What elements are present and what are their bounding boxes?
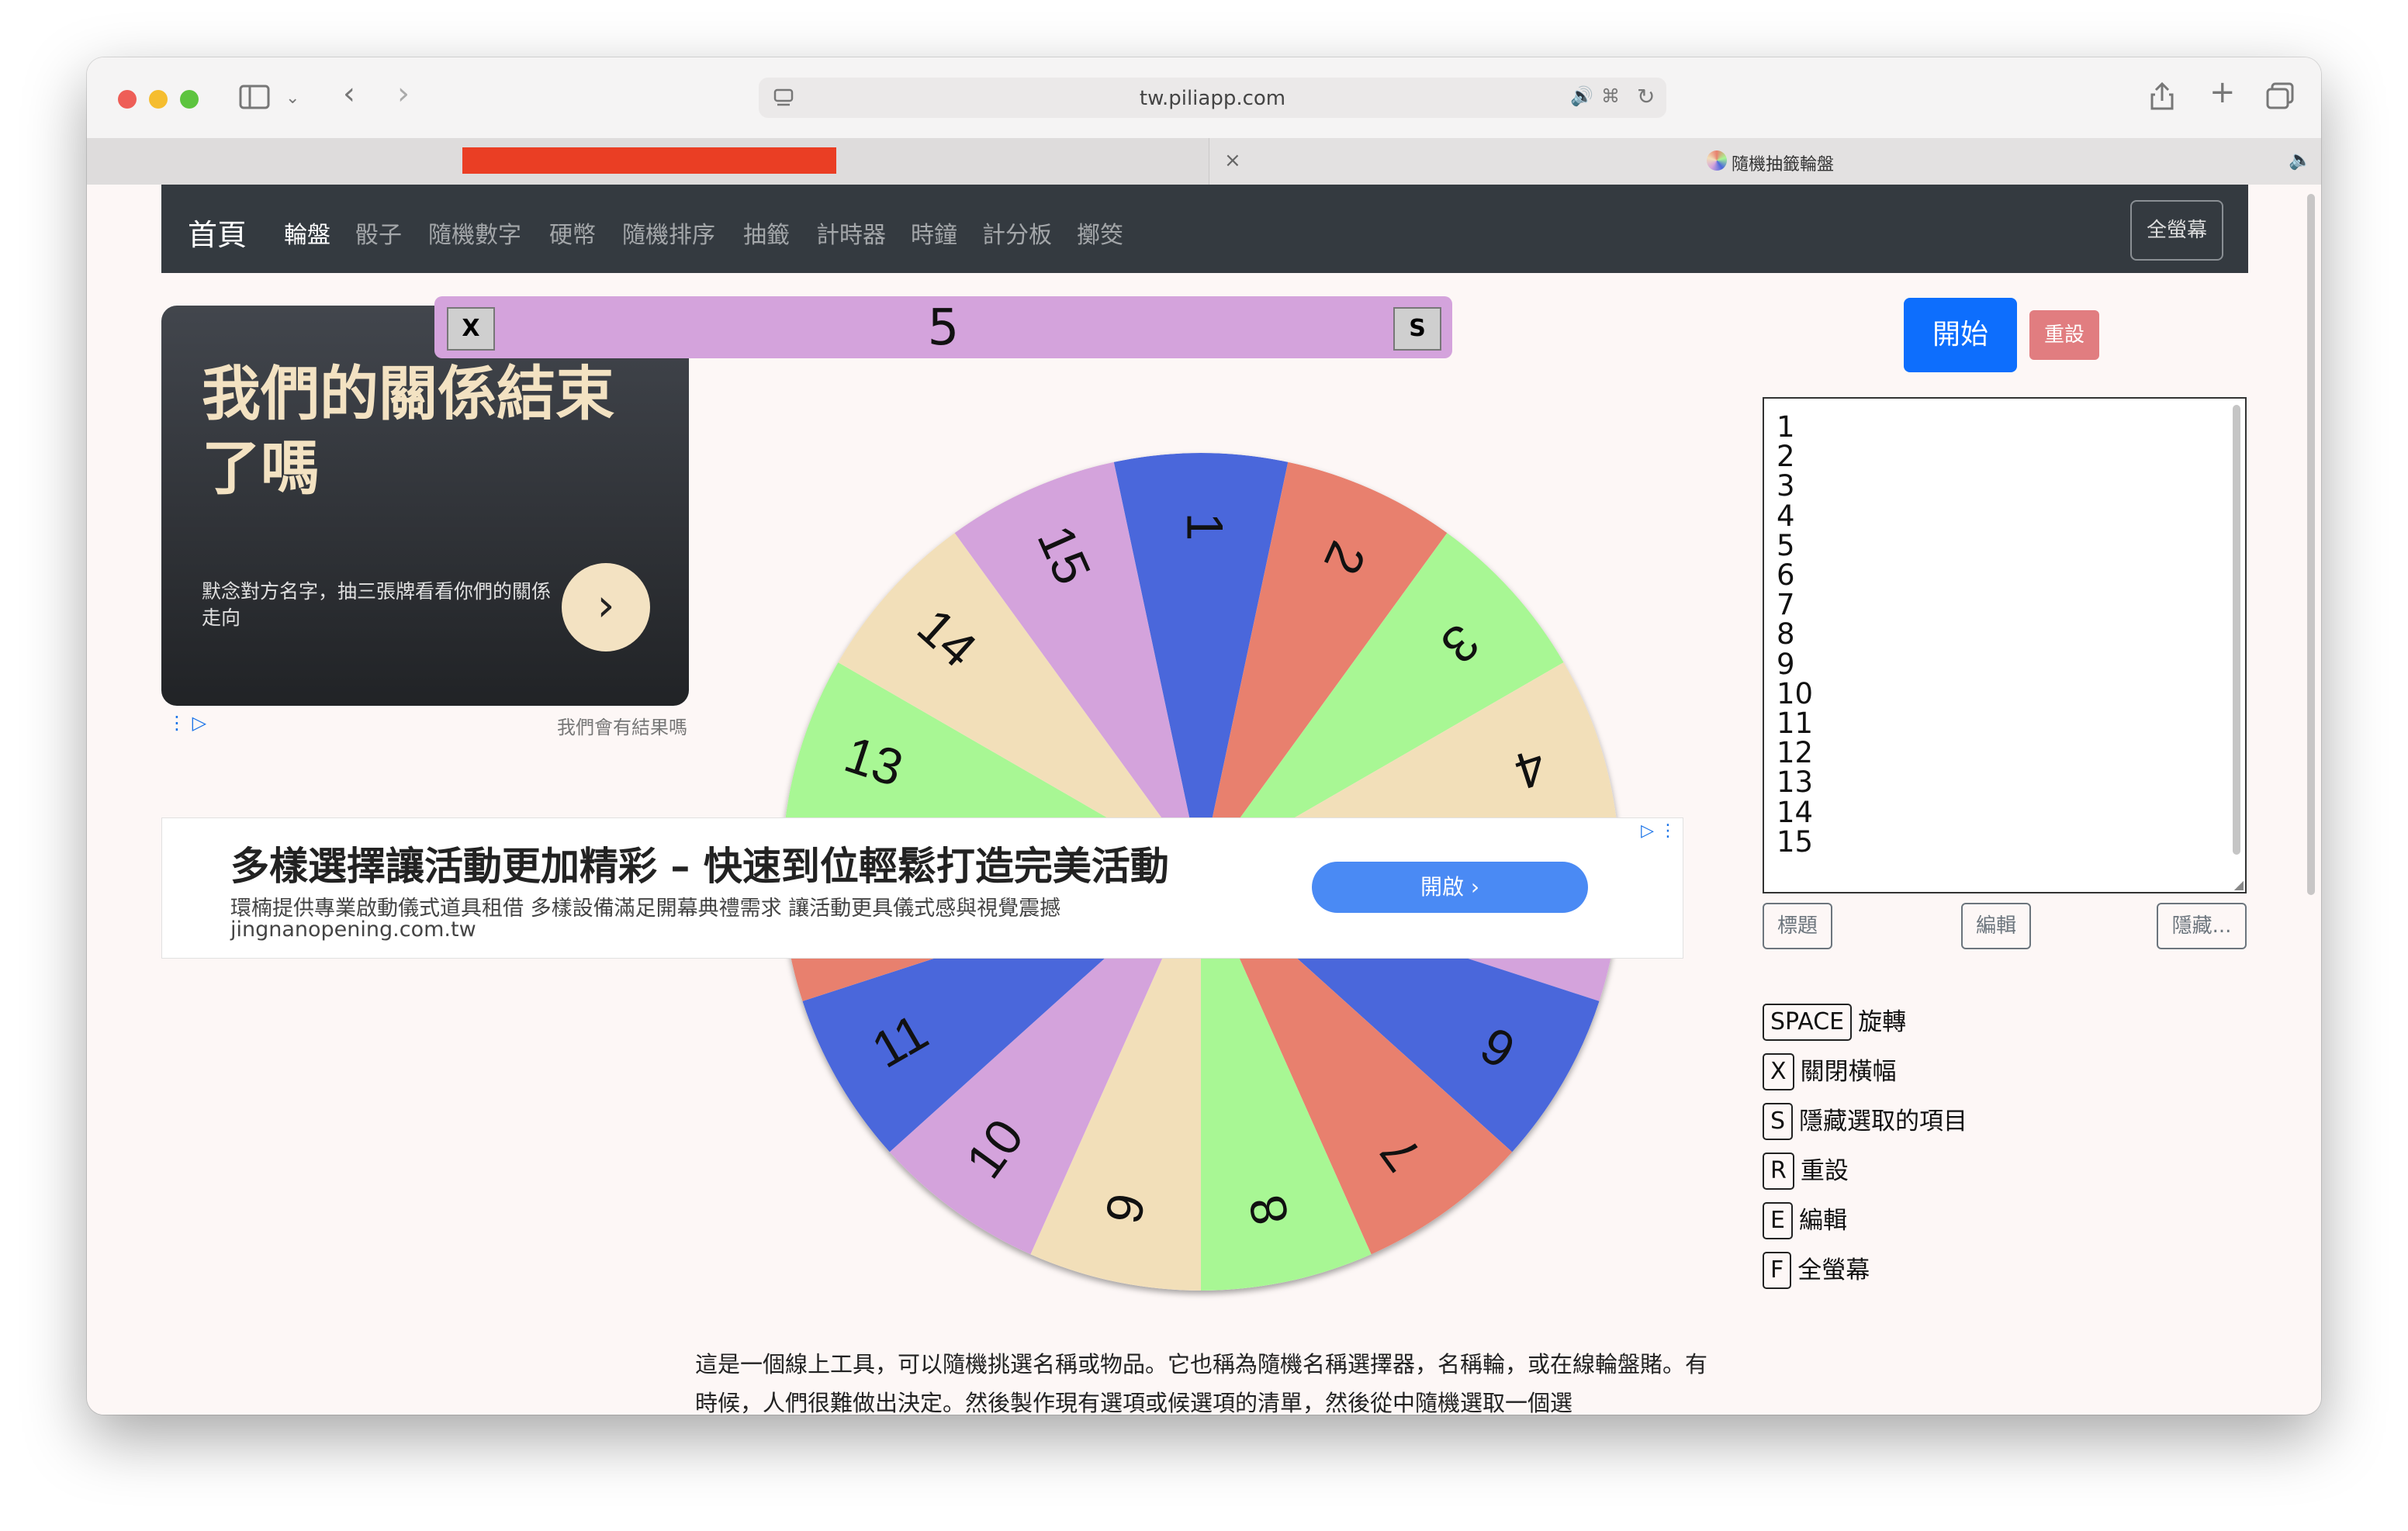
list-item: 5 (1777, 528, 1795, 562)
start-button[interactable]: 開始 (1904, 298, 2017, 372)
inactive-tab[interactable] (87, 138, 1209, 185)
list-item: 3 (1777, 469, 1795, 503)
reload-icon[interactable]: ↻ (1637, 84, 1655, 109)
list-item: 1 (1777, 410, 1795, 444)
new-tab-icon[interactable]: + (2209, 77, 2236, 108)
nav-item-wheel[interactable]: 輪盤 (284, 216, 330, 250)
translate-icon[interactable]: ⌘ (1601, 85, 1620, 107)
nav-item-random-number[interactable]: 隨機數字 (428, 216, 521, 250)
ad-banner[interactable]: 多樣選擇讓活動更加精彩 – 快速到位輕鬆打造完美活動 環楠提供專業啟動儀式道具租… (161, 817, 1683, 959)
url-text: tw.piliapp.com (1139, 87, 1286, 110)
ad-card-caption: 我們會有結果嗎 (557, 717, 687, 738)
close-tab-icon[interactable]: × (1224, 149, 1241, 172)
shortcut-row: S 隱藏選取的項目 (1763, 1103, 1967, 1142)
chevron-right-icon[interactable]: › (562, 563, 650, 651)
shortcut-key: E (1763, 1202, 1793, 1239)
ad-banner-title: 多樣選擇讓活動更加精彩 – 快速到位輕鬆打造完美活動 (230, 844, 1169, 889)
list-item: 15 (1777, 824, 1814, 859)
shortcut-row: SPACE 旋轉 (1763, 1004, 1906, 1042)
page-menu-icon[interactable] (773, 87, 794, 112)
nav-item-draw[interactable]: 抽籤 (743, 216, 790, 250)
shortcut-row: X 關閉橫幅 (1763, 1053, 1897, 1092)
ad-card-title: 我們的關係結束了嗎 (202, 359, 614, 503)
active-tab-title[interactable]: 隨機抽籤輪盤 (1732, 150, 1834, 175)
list-item: 2 (1777, 440, 1795, 474)
items-list: 1 2 3 4 5 6 7 8 9 10 11 12 13 14 15 (1777, 410, 1814, 859)
list-item: 9 (1777, 647, 1795, 681)
ad-card-subtitle: 默念對方名字，抽三張牌看看你們的關係走向 (202, 580, 552, 629)
list-item: 12 (1777, 736, 1814, 770)
fullscreen-button[interactable]: 全螢幕 (2130, 200, 2223, 261)
shortcut-key: S (1763, 1103, 1794, 1140)
list-item: 13 (1777, 766, 1814, 800)
forward-icon[interactable]: › (397, 78, 410, 109)
list-item: 8 (1777, 617, 1795, 651)
page-scrollbar[interactable] (2307, 194, 2315, 895)
list-item: 6 (1777, 558, 1795, 593)
nav-item-clock[interactable]: 時鐘 (911, 216, 957, 250)
shortcut-key: SPACE (1763, 1004, 1853, 1041)
ad-banner-url: jingnanopening.com.tw (230, 918, 476, 942)
resize-handle-icon[interactable]: ◢ (2234, 877, 2244, 892)
web-page: 首頁 輪盤 骰子 隨機數字 硬幣 隨機排序 抽籤 計時器 時鐘 計分板 擲筊 全… (87, 185, 2321, 1415)
ad-choices-icon[interactable]: ▷ ⋮ (1641, 821, 1676, 841)
hide-selected-button[interactable]: S (1393, 307, 1441, 351)
shortcut-row: F 全螢幕 (1763, 1252, 1870, 1291)
browser-toolbar: ⌄ ‹ › tw.piliapp.com 🔊 ⌘ ↻ + (87, 57, 2321, 139)
nav-item-moon-blocks[interactable]: 擲筊 (1077, 216, 1123, 250)
list-item: 10 (1777, 676, 1814, 710)
shortcut-label: 全螢幕 (1797, 1256, 1870, 1284)
minimize-window-button[interactable] (149, 90, 168, 109)
shortcut-key: X (1763, 1053, 1794, 1090)
result-value: 5 (927, 299, 960, 357)
items-textarea[interactable]: 1 2 3 4 5 6 7 8 9 10 11 12 13 14 15 ◢ (1763, 397, 2247, 893)
site-navbar: 首頁 輪盤 骰子 隨機數字 硬幣 隨機排序 抽籤 計時器 時鐘 計分板 擲筊 全… (161, 185, 2248, 273)
list-item: 7 (1777, 588, 1795, 622)
shortcut-row: R 重設 (1763, 1153, 1849, 1191)
nav-item-timer[interactable]: 計時器 (816, 216, 886, 250)
browser-window: ⌄ ‹ › tw.piliapp.com 🔊 ⌘ ↻ + × 隨機抽籤輪盤 🔈 (87, 57, 2321, 1415)
ad-open-button[interactable]: 開啟 › (1312, 862, 1588, 913)
shortcut-label: 關閉橫幅 (1800, 1058, 1897, 1086)
tab-highlight-bar (462, 147, 836, 174)
shortcut-label: 隱藏選取的項目 (1799, 1108, 1968, 1135)
list-item: 4 (1777, 499, 1795, 533)
tool-description: 這是一個線上工具，可以隨機挑選名稱或物品。它也稱為隨機名稱選擇器，名稱輪，或在線… (695, 1351, 1708, 1415)
textarea-scrollbar[interactable] (2233, 405, 2240, 855)
list-item: 11 (1777, 707, 1814, 741)
shortcut-key: F (1763, 1252, 1792, 1289)
chevron-down-icon[interactable]: ⌄ (285, 85, 299, 112)
nav-item-scoreboard[interactable]: 計分板 (982, 216, 1052, 250)
list-item: 14 (1777, 795, 1814, 829)
shortcut-label: 旋轉 (1858, 1008, 1907, 1036)
tab-audio-icon[interactable]: 🔈 (2289, 149, 2312, 171)
tabs-overview-icon[interactable] (2265, 82, 2295, 115)
title-button[interactable]: 標題 (1763, 903, 1832, 949)
nav-item-coin[interactable]: 硬幣 (549, 216, 596, 250)
speaker-icon[interactable]: 🔊 (1570, 85, 1593, 107)
reset-button[interactable]: 重設 (2029, 310, 2099, 360)
sidebar-icon[interactable] (239, 84, 270, 115)
shortcut-key: R (1763, 1153, 1794, 1190)
zoom-window-button[interactable] (180, 90, 199, 109)
shortcut-label: 編輯 (1798, 1207, 1847, 1235)
edit-button[interactable]: 編輯 (1961, 903, 2031, 949)
close-window-button[interactable] (118, 90, 137, 109)
hide-button[interactable]: 隱藏... (2157, 903, 2247, 949)
address-bar[interactable]: tw.piliapp.com 🔊 ⌘ ↻ (759, 78, 1666, 118)
tab-bar: × 隨機抽籤輪盤 🔈 (87, 138, 2321, 185)
ad-card-info: ⋮ ▷ 我們會有結果嗎 (168, 712, 687, 738)
back-icon[interactable]: ‹ (343, 78, 355, 109)
ad-card[interactable]: 我們的關係結束了嗎 默念對方名字，抽三張牌看看你們的關係走向 › (161, 306, 689, 706)
wheel-label: 1 (1177, 513, 1234, 541)
ad-choices-icon[interactable]: ⋮ ▷ (168, 712, 206, 734)
shortcut-label: 重設 (1800, 1157, 1849, 1185)
nav-item-shuffle[interactable]: 隨機排序 (622, 216, 715, 250)
nav-item-dice[interactable]: 骰子 (355, 216, 402, 250)
result-banner: X 5 S (434, 296, 1452, 358)
shortcut-row: E 編輯 (1763, 1202, 1847, 1241)
favicon-icon (1707, 150, 1727, 171)
nav-brand-home[interactable]: 首頁 (188, 211, 247, 254)
share-icon[interactable] (2149, 81, 2175, 116)
